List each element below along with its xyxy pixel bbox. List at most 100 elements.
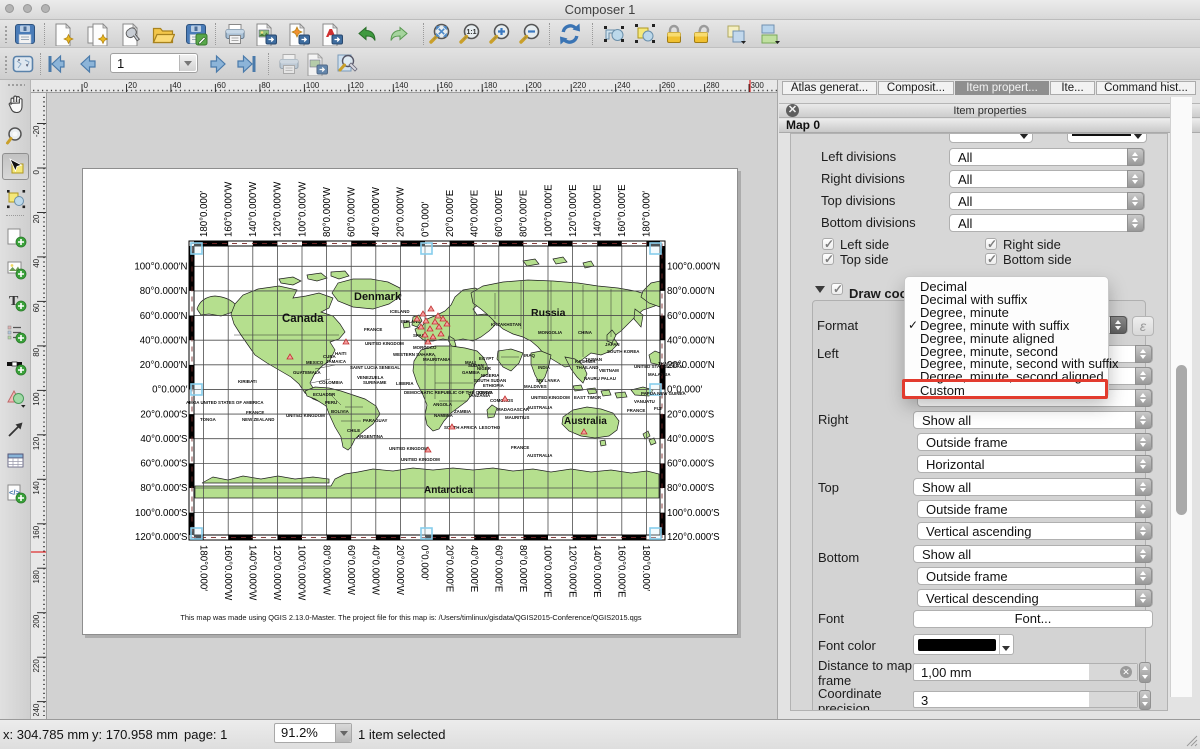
- svg-text:Denmark: Denmark: [354, 291, 402, 303]
- svg-text:JAPAN: JAPAN: [605, 342, 620, 347]
- svg-text:MALAYSIA: MALAYSIA: [648, 372, 671, 377]
- svg-text:60°0.000′E: 60°0.000′E: [493, 545, 504, 593]
- svg-text:NEW ZEALAND: NEW ZEALAND: [242, 417, 274, 422]
- svg-text:COMOROS: COMOROS: [490, 398, 513, 403]
- svg-text:VANUATU: VANUATU: [634, 399, 655, 404]
- svg-text:SURINAME: SURINAME: [363, 380, 386, 385]
- svg-text:60: 60: [32, 303, 41, 312]
- svg-text:40°0.000′S: 40°0.000′S: [667, 434, 715, 445]
- svg-text:120°0.000′S: 120°0.000′S: [135, 532, 188, 543]
- svg-text:CHILE: CHILE: [347, 428, 360, 433]
- svg-text:120°0.000′W: 120°0.000′W: [273, 181, 284, 237]
- svg-text:160°0.000′W: 160°0.000′W: [224, 181, 235, 237]
- svg-text:PARAGUAY: PARAGUAY: [363, 418, 387, 423]
- svg-text:ZAMBIA: ZAMBIA: [454, 409, 472, 414]
- svg-text:140: 140: [32, 481, 41, 495]
- svg-text:40°0.000′N: 40°0.000′N: [667, 335, 715, 346]
- svg-text:GAMBIA: GAMBIA: [462, 370, 481, 375]
- svg-text:Canada: Canada: [282, 313, 324, 325]
- svg-text:KIRIBATI: KIRIBATI: [238, 379, 257, 384]
- svg-text:80: 80: [261, 81, 270, 90]
- svg-text:AMOA UNITED STATES OF AMERICA: AMOA UNITED STATES OF AMERICA: [186, 400, 264, 405]
- svg-text:140: 140: [395, 81, 409, 90]
- svg-text:80°0.000′W: 80°0.000′W: [320, 545, 331, 596]
- svg-text:TONGA: TONGA: [200, 417, 217, 422]
- svg-text:20°0.000′S: 20°0.000′S: [667, 409, 715, 420]
- svg-text:THAILAND: THAILAND: [576, 365, 598, 370]
- svg-text:SAINT LUCIA SENEGAL: SAINT LUCIA SENEGAL: [350, 365, 400, 370]
- svg-text:UNITED KINGDOM: UNITED KINGDOM: [531, 395, 570, 400]
- svg-text:NAMIBIA: NAMIBIA: [434, 413, 454, 418]
- svg-text:60°0.000′S: 60°0.000′S: [140, 459, 188, 470]
- svg-text:JAMAICA: JAMAICA: [326, 359, 347, 364]
- svg-text:40: 40: [172, 81, 181, 90]
- svg-text:MEXICO: MEXICO: [306, 360, 324, 365]
- svg-text:20°0.000′S: 20°0.000′S: [140, 409, 188, 420]
- svg-text:160: 160: [439, 81, 453, 90]
- svg-text:60°0.000′W: 60°0.000′W: [347, 186, 358, 237]
- svg-text:FIJI: FIJI: [654, 406, 662, 411]
- svg-text:-20: -20: [32, 125, 41, 137]
- svg-text:120°0.000′S: 120°0.000′S: [667, 532, 720, 543]
- svg-text:120: 120: [350, 81, 364, 90]
- svg-text:180: 180: [32, 570, 41, 584]
- svg-text:280: 280: [706, 81, 720, 90]
- svg-text:140°0.000′W: 140°0.000′W: [248, 181, 259, 237]
- svg-text:SUDAN: SUDAN: [468, 363, 484, 368]
- svg-text:100°0.000′W: 100°0.000′W: [296, 545, 307, 601]
- svg-text:FRANCE: FRANCE: [364, 327, 382, 332]
- svg-text:80°0.000′S: 80°0.000′S: [667, 483, 715, 494]
- svg-text:UNITED KINGDOM: UNITED KINGDOM: [389, 446, 428, 451]
- svg-text:Australia: Australia: [564, 416, 607, 427]
- svg-text:0°0.000′: 0°0.000′: [152, 385, 188, 396]
- svg-text:40: 40: [32, 258, 41, 267]
- svg-text:THAILAND: THAILAND: [658, 361, 680, 366]
- svg-text:AUSTRALIA: AUSTRALIA: [527, 453, 553, 458]
- svg-text:140°0.000′E: 140°0.000′E: [593, 184, 604, 237]
- svg-text:20: 20: [32, 214, 41, 223]
- svg-text:40°0.000′W: 40°0.000′W: [371, 186, 382, 237]
- svg-text:100°0.000′W: 100°0.000′W: [297, 181, 308, 237]
- svg-text:SRI LANKA: SRI LANKA: [536, 378, 561, 383]
- svg-text:ECUADOR: ECUADOR: [313, 392, 336, 397]
- svg-text:40°0.000′N: 40°0.000′N: [140, 335, 188, 346]
- svg-text:CHINA: CHINA: [578, 330, 593, 335]
- svg-text:240: 240: [617, 81, 631, 90]
- svg-text:100°0.000′E: 100°0.000′E: [543, 184, 554, 237]
- svg-text:100°0.000′S: 100°0.000′S: [667, 508, 720, 519]
- svg-text:Russia: Russia: [531, 307, 566, 319]
- svg-text:HAITI: HAITI: [335, 351, 346, 356]
- svg-text:120°0.000′E: 120°0.000′E: [568, 184, 579, 237]
- svg-text:MONGOLIA: MONGOLIA: [538, 330, 563, 335]
- svg-text:120°0.000′W: 120°0.000′W: [271, 545, 282, 601]
- svg-text:80°0.000′E: 80°0.000′E: [519, 189, 530, 237]
- svg-text:180°0.000′: 180°0.000′: [642, 191, 653, 237]
- svg-text:60: 60: [217, 81, 226, 90]
- svg-text:0°0.000′: 0°0.000′: [419, 545, 430, 581]
- svg-text:20°0.000′E: 20°0.000′E: [443, 545, 454, 593]
- svg-text:160°0.000′W: 160°0.000′W: [222, 545, 233, 601]
- svg-text:40°0.000′E: 40°0.000′E: [470, 189, 481, 237]
- svg-text:220: 220: [32, 659, 41, 673]
- svg-text:UNITED KINGDOM: UNITED KINGDOM: [365, 341, 404, 346]
- svg-text:GUATEMALA: GUATEMALA: [293, 370, 322, 375]
- svg-text:Antarctica: Antarctica: [424, 485, 473, 496]
- svg-text:NAURU PALAU: NAURU PALAU: [584, 376, 616, 381]
- svg-text:40°0.000′W: 40°0.000′W: [370, 545, 381, 596]
- svg-text:160: 160: [32, 525, 41, 539]
- svg-text:80°0.000′E: 80°0.000′E: [517, 545, 528, 593]
- svg-text:160°0.000′E: 160°0.000′E: [616, 545, 627, 598]
- svg-text:MADAGASCAR: MADAGASCAR: [497, 407, 530, 412]
- svg-text:KASHMIR: KASHMIR: [575, 359, 596, 364]
- svg-text:FRANCE: FRANCE: [246, 410, 264, 415]
- svg-text:UNITED KINGDOM: UNITED KINGDOM: [286, 413, 325, 418]
- svg-text:20°0.000′N: 20°0.000′N: [140, 360, 188, 371]
- svg-text:20°0.000′W: 20°0.000′W: [396, 186, 407, 237]
- svg-text:60°0.000′S: 60°0.000′S: [667, 459, 715, 470]
- svg-text:FRANCE: FRANCE: [511, 445, 529, 450]
- svg-text:EAST TIMOR: EAST TIMOR: [574, 395, 602, 400]
- svg-text:UNITED KINGDOM: UNITED KINGDOM: [401, 457, 440, 462]
- svg-text:20: 20: [128, 81, 137, 90]
- svg-text:80°0.000′N: 80°0.000′N: [140, 286, 188, 297]
- svg-text:MOROCCO: MOROCCO: [413, 345, 437, 350]
